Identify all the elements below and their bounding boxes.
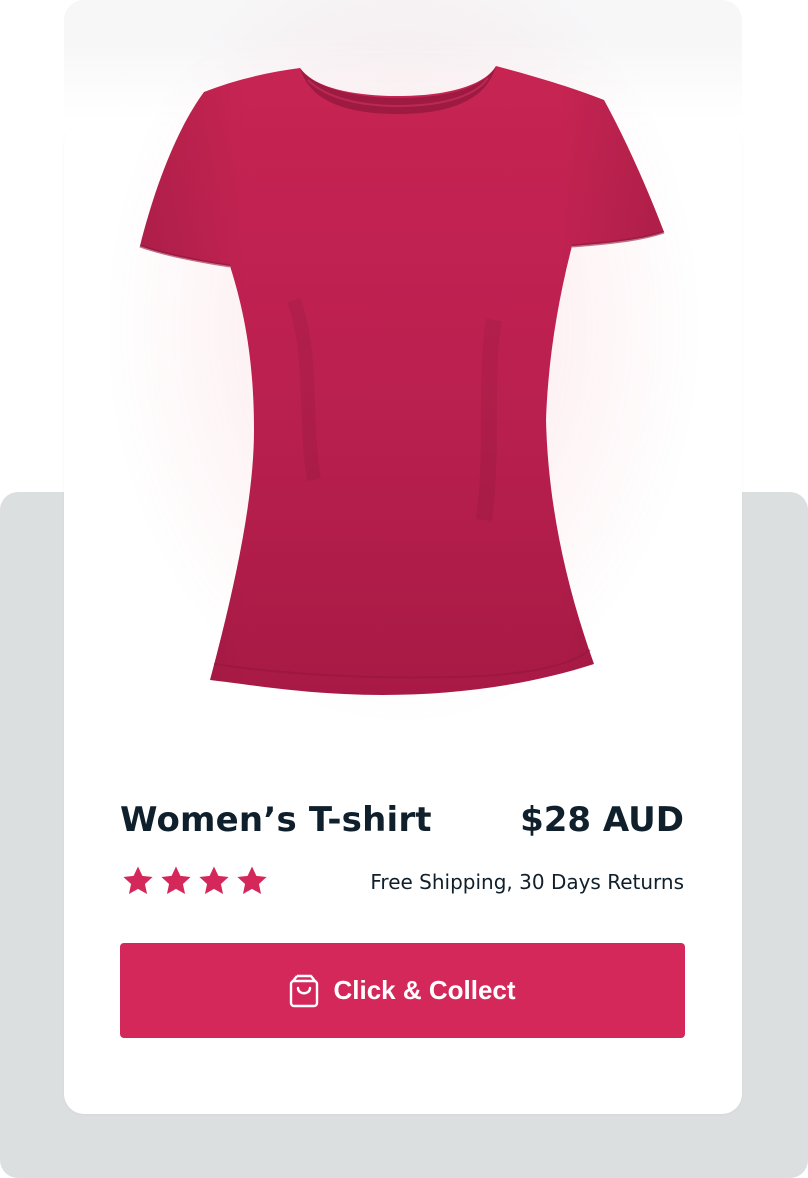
star-icon	[161, 866, 191, 895]
star-icon	[199, 866, 229, 895]
rating-stars	[121, 864, 269, 902]
shopping-bag-icon	[290, 974, 319, 1007]
shipping-note: Free Shipping, 30 Days Returns	[370, 870, 684, 894]
star-icon	[123, 866, 153, 895]
click-and-collect-label: Click & Collect	[333, 975, 516, 1005]
tshirt-photo	[139, 66, 665, 695]
product-title: Women’s T-shirt	[120, 800, 432, 840]
product-image	[64, 0, 742, 780]
star-icon	[237, 866, 267, 895]
click-and-collect-button[interactable]: Click & Collect	[120, 943, 685, 1038]
product-price: $28 AUD	[520, 800, 684, 840]
